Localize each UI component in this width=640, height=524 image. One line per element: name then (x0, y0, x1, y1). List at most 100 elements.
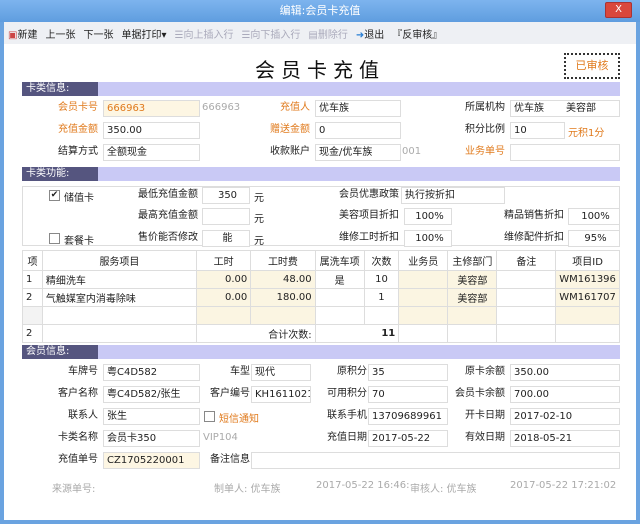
parts-label: 维修配件折扣 (504, 232, 564, 243)
recharge-date-field[interactable]: 2017-05-22 (368, 430, 448, 447)
audit-time: 2017-05-22 17:21:02 (510, 480, 617, 491)
exit-icon: ➜ (355, 29, 365, 41)
col-index: 项 (22, 250, 43, 271)
min-field[interactable]: 350 (202, 187, 250, 204)
price-unit: 元 (254, 236, 264, 247)
policy-label: 会员优惠政策 (339, 189, 399, 200)
account-code: 001 (402, 146, 422, 157)
col-salesman: 业务员 (398, 250, 449, 271)
delete-row-icon: ▤ (308, 29, 318, 41)
table-row[interactable]: 2 气触媒室内消毒除味 0.00 180.00 1 美容部 WM161707 (22, 288, 620, 307)
amount-label: 充值金额 (58, 124, 98, 135)
section-member: 会员信息: (22, 345, 620, 359)
plate-field[interactable]: 粤C4D582 (103, 364, 200, 381)
window-title: 编辑:会员卡充值 (279, 4, 361, 17)
delete-row-button[interactable]: ▤删除行 (308, 26, 347, 41)
status-badge: 已审核 (564, 53, 620, 79)
sms-label: 短信通知 (219, 414, 259, 425)
avail-points-field[interactable]: 70 (368, 386, 448, 403)
card-no-hint: 666963 (202, 102, 241, 113)
gift-field[interactable]: 0 (315, 122, 401, 139)
biz-no-label: 业务单号 (465, 146, 505, 157)
section-card-func: 卡类功能: (22, 167, 620, 181)
max-field[interactable] (202, 208, 250, 225)
table-row[interactable]: 1 精细洗车 0.00 48.00 是 10 美容部 WM161396 (22, 270, 620, 289)
max-label: 最高充值金额 (138, 210, 198, 221)
toolbar: ▣新建 上一张 下一张 单据打印▾ ☰向上插入行 ☰向下插入行 ▤删除行 ➜退出… (4, 22, 636, 44)
section-card-info: 卡类信息: (22, 82, 620, 96)
col-times: 次数 (363, 250, 400, 271)
labor-field[interactable]: 100% (404, 230, 452, 247)
close-button[interactable]: X (605, 2, 632, 18)
account-field[interactable]: 现金/优车族 (315, 144, 401, 161)
settle-label: 结算方式 (58, 146, 98, 157)
contact-field[interactable]: 张生 (103, 408, 200, 425)
biz-no-field[interactable] (510, 144, 620, 161)
cust-field[interactable]: 粤C4D582/张生 (103, 386, 200, 403)
card-type-field[interactable]: 会员卡350 (103, 430, 200, 447)
price-edit-field[interactable]: 能 (202, 230, 250, 247)
policy-field[interactable]: 执行按折扣 (401, 187, 505, 204)
model-field[interactable]: 现代 (251, 364, 311, 381)
package-card-label: 套餐卡 (64, 236, 94, 247)
table-row-empty[interactable] (22, 306, 620, 325)
orig-points-label: 原积分 (337, 366, 367, 377)
col-fee: 工时费 (250, 250, 316, 271)
form: 会员卡充值 已审核 卡类信息: 会员卡号 666963 666963 充值人 优… (4, 44, 636, 520)
max-unit: 元 (254, 214, 264, 225)
phone-field[interactable]: 13709689961 (368, 408, 448, 425)
beauty-field[interactable]: 100% (404, 208, 452, 225)
col-wash: 属洗车项 (314, 250, 365, 271)
org-label: 所属机构 (465, 102, 505, 113)
package-card-checkbox[interactable] (49, 233, 60, 244)
remark-label: 备注信息 (210, 454, 250, 465)
open-date-field[interactable]: 2017-02-10 (510, 408, 620, 425)
order-field[interactable]: CZ1705220001 (103, 452, 200, 469)
table-footer: 2 合计次数: 11 (22, 324, 620, 343)
col-service: 服务项目 (41, 250, 197, 271)
ratio-unit: 元积1分 (568, 128, 605, 139)
col-item-id: 项目ID (555, 250, 620, 271)
amount-field[interactable]: 350.00 (103, 122, 200, 139)
goods-field[interactable]: 100% (568, 208, 620, 225)
card-no-label: 会员卡号 (58, 102, 98, 113)
labor-label: 维修工时折扣 (339, 232, 399, 243)
col-remark: 备注 (496, 250, 557, 271)
insert-down-button[interactable]: ☰向下插入行 (241, 26, 300, 41)
stored-card-checkbox[interactable]: ✔ (49, 190, 60, 201)
balance-field[interactable]: 700.00 (510, 386, 620, 403)
exit-button[interactable]: ➜退出 (356, 26, 384, 41)
min-unit: 元 (254, 193, 264, 204)
plate-label: 车牌号 (68, 366, 98, 377)
parts-field[interactable]: 95% (568, 230, 620, 247)
new-button[interactable]: ▣新建 (8, 26, 37, 41)
stored-card-label: 储值卡 (64, 193, 94, 204)
order-label: 充值单号 (58, 454, 98, 465)
col-dept: 主修部门 (447, 250, 498, 271)
card-no-field[interactable]: 666963 (103, 100, 200, 117)
unaudit-button[interactable]: 『反审核』 (392, 26, 442, 41)
recharger-label: 充值人 (280, 102, 310, 113)
ratio-field[interactable]: 10 (510, 122, 565, 139)
ratio-label: 积分比例 (465, 124, 505, 135)
expire-field[interactable]: 2018-05-21 (510, 430, 620, 447)
settle-field[interactable]: 全额现金 (103, 144, 200, 161)
insert-up-button[interactable]: ☰向上插入行 (174, 26, 233, 41)
goods-label: 精品销售折扣 (504, 210, 564, 221)
source-no: 来源单号: (52, 484, 96, 495)
sms-checkbox[interactable] (204, 411, 215, 422)
page-title: 会员卡充值 (255, 58, 385, 82)
recharger-field[interactable]: 优车族 (315, 100, 401, 117)
balance-label: 会员卡余额 (455, 388, 505, 399)
beauty-label: 美容项目折扣 (339, 210, 399, 221)
orig-balance-field[interactable]: 350.00 (510, 364, 620, 381)
print-button[interactable]: 单据打印▾ (121, 26, 166, 41)
org-field[interactable]: 优车族 美容部 (510, 100, 620, 117)
remark-field[interactable] (251, 452, 620, 469)
model-label: 车型 (230, 366, 250, 377)
next-button[interactable]: 下一张 (83, 26, 113, 41)
prev-button[interactable]: 上一张 (45, 26, 75, 41)
title-bar: 编辑:会员卡充值 X (0, 0, 640, 22)
orig-points-field[interactable]: 35 (368, 364, 448, 381)
cust-no-field[interactable]: KH16110218 (251, 386, 311, 403)
